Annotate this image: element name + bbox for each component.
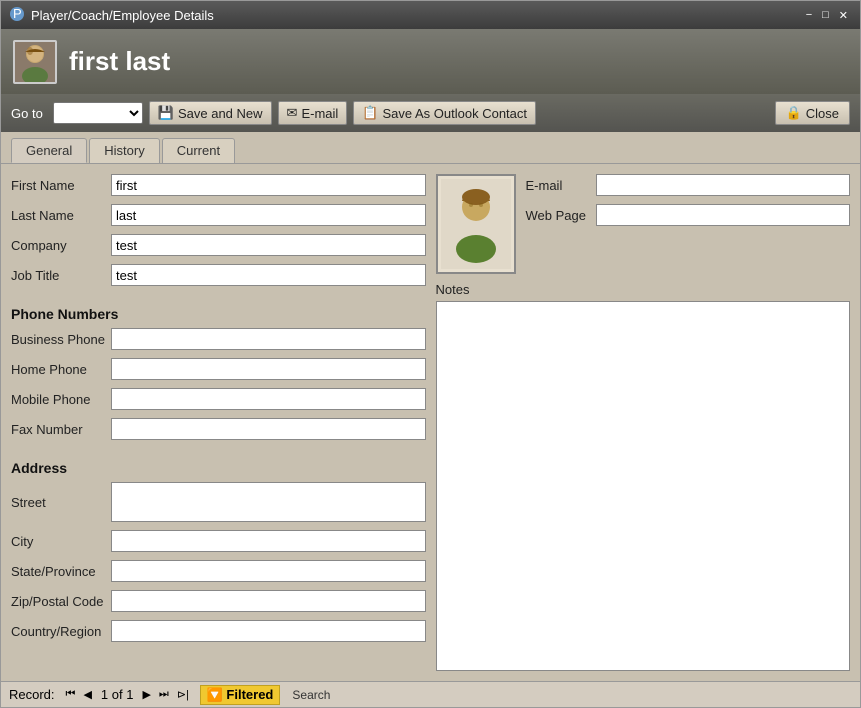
window-close-button[interactable]: ✕ <box>835 8 852 23</box>
save-outlook-button[interactable]: 📋 Save As Outlook Contact <box>353 101 536 125</box>
email-button[interactable]: ✉ E-mail <box>278 101 348 125</box>
web-page-label: Web Page <box>526 208 596 223</box>
phone-section-title: Phone Numbers <box>11 306 426 322</box>
title-bar-controls: − □ ✕ <box>802 8 852 23</box>
header-avatar <box>13 40 57 84</box>
filter-icon: 🔽 <box>207 687 223 702</box>
company-group: Company <box>11 234 426 256</box>
status-bar: Record: ⏮ ◀ 1 of 1 ▶ ⏭ ⊳| 🔽 Filtered Sea… <box>1 681 860 707</box>
save-new-button[interactable]: 💾 Save and New <box>149 101 272 125</box>
record-nav: ⏮ ◀ 1 of 1 ▶ ⏭ ⊳| <box>63 687 192 702</box>
header: first last <box>1 29 860 94</box>
next-record-button[interactable]: ▶ <box>139 687 153 702</box>
prev-record-button[interactable]: ◀ <box>80 687 94 702</box>
app-icon: P <box>9 6 25 25</box>
first-name-label: First Name <box>11 178 111 193</box>
home-phone-group: Home Phone <box>11 358 426 380</box>
email-field-group: E-mail <box>526 174 851 196</box>
city-input[interactable] <box>111 530 426 552</box>
street-input[interactable] <box>111 482 426 522</box>
contact-name: first last <box>69 46 170 77</box>
first-record-button[interactable]: ⏮ <box>63 687 79 702</box>
last-record-button[interactable]: ⏭ <box>156 687 172 702</box>
goto-select[interactable] <box>53 102 143 124</box>
address-section-title: Address <box>11 460 426 476</box>
street-group: Street <box>11 482 426 522</box>
last-name-input[interactable] <box>111 204 426 226</box>
first-name-input[interactable] <box>111 174 426 196</box>
city-group: City <box>11 530 426 552</box>
notes-textarea[interactable] <box>436 301 851 671</box>
job-title-input[interactable] <box>111 264 426 286</box>
close-button[interactable]: 🔒 Close <box>775 101 850 125</box>
photo-area <box>436 174 516 274</box>
email-field-label: E-mail <box>526 178 596 193</box>
country-label: Country/Region <box>11 624 111 639</box>
mobile-phone-label: Mobile Phone <box>11 392 111 407</box>
fax-number-input[interactable] <box>111 418 426 440</box>
search-button[interactable]: Search <box>288 687 334 703</box>
filtered-badge: 🔽 Filtered <box>200 685 281 705</box>
country-input[interactable] <box>111 620 426 642</box>
mobile-phone-group: Mobile Phone <box>11 388 426 410</box>
record-count: 1 of 1 <box>97 687 138 702</box>
tab-current[interactable]: Current <box>162 138 235 163</box>
main-window: P Player/Coach/Employee Details − □ ✕ fi… <box>0 0 861 708</box>
state-label: State/Province <box>11 564 111 579</box>
record-prefix: Record: <box>9 687 55 702</box>
company-input[interactable] <box>111 234 426 256</box>
save-new-icon: 💾 <box>158 105 174 121</box>
zip-label: Zip/Postal Code <box>11 594 111 609</box>
country-group: Country/Region <box>11 620 426 642</box>
business-phone-label: Business Phone <box>11 332 111 347</box>
fax-number-group: Fax Number <box>11 418 426 440</box>
right-column: E-mail Web Page Notes <box>436 174 851 671</box>
state-group: State/Province <box>11 560 426 582</box>
zip-group: Zip/Postal Code <box>11 590 426 612</box>
first-name-group: First Name <box>11 174 426 196</box>
photo-contact-row: E-mail Web Page <box>436 174 851 274</box>
zip-input[interactable] <box>111 590 426 612</box>
business-phone-input[interactable] <box>111 328 426 350</box>
maximize-button[interactable]: □ <box>818 8 833 23</box>
email-web-fields: E-mail Web Page <box>526 174 851 274</box>
minimize-button[interactable]: − <box>802 8 816 23</box>
main-content: First Name Last Name Company Job Title P… <box>1 163 860 681</box>
job-title-group: Job Title <box>11 264 426 286</box>
web-page-group: Web Page <box>526 204 851 226</box>
email-label: E-mail <box>301 106 338 121</box>
home-phone-input[interactable] <box>111 358 426 380</box>
email-icon: ✉ <box>287 105 298 121</box>
close-icon: 🔒 <box>786 105 802 121</box>
tab-general[interactable]: General <box>11 138 87 163</box>
email-field-input[interactable] <box>596 174 851 196</box>
new-record-button[interactable]: ⊳| <box>174 687 192 702</box>
toolbar: Go to 💾 Save and New ✉ E-mail 📋 Save As … <box>1 94 860 132</box>
tab-bar: General History Current <box>1 132 860 163</box>
business-phone-group: Business Phone <box>11 328 426 350</box>
last-name-label: Last Name <box>11 208 111 223</box>
window-title: Player/Coach/Employee Details <box>31 8 214 23</box>
home-phone-label: Home Phone <box>11 362 111 377</box>
close-label: Close <box>806 106 839 121</box>
save-outlook-icon: 📋 <box>362 105 378 121</box>
save-outlook-label: Save As Outlook Contact <box>382 106 527 121</box>
web-page-input[interactable] <box>596 204 851 226</box>
left-column: First Name Last Name Company Job Title P… <box>11 174 426 671</box>
fax-number-label: Fax Number <box>11 422 111 437</box>
goto-label: Go to <box>11 106 43 121</box>
mobile-phone-input[interactable] <box>111 388 426 410</box>
notes-label: Notes <box>436 282 851 297</box>
city-label: City <box>11 534 111 549</box>
job-title-label: Job Title <box>11 268 111 283</box>
state-input[interactable] <box>111 560 426 582</box>
svg-text:P: P <box>13 6 22 21</box>
save-new-label: Save and New <box>178 106 263 121</box>
street-label: Street <box>11 495 111 510</box>
company-label: Company <box>11 238 111 253</box>
last-name-group: Last Name <box>11 204 426 226</box>
title-bar: P Player/Coach/Employee Details − □ ✕ <box>1 1 860 29</box>
tab-history[interactable]: History <box>89 138 159 163</box>
